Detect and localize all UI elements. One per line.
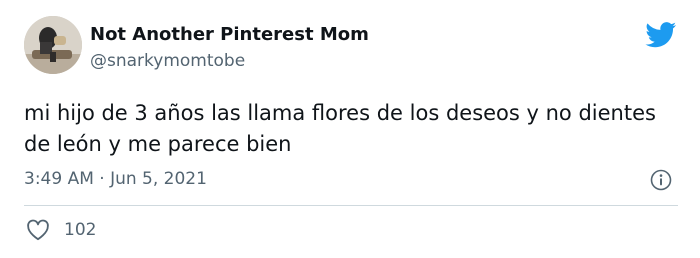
author-handle[interactable]: @snarkymomtobe bbox=[90, 51, 245, 71]
avatar[interactable] bbox=[24, 16, 82, 74]
tweet-timestamp[interactable]: 3:49 AM · Jun 5, 2021 bbox=[24, 169, 207, 189]
heart-icon[interactable] bbox=[26, 219, 50, 241]
twitter-bird-icon[interactable] bbox=[645, 22, 677, 48]
author-name[interactable]: Not Another Pinterest Mom bbox=[90, 24, 369, 45]
tweet-text: mi hijo de 3 años las llama flores de lo… bbox=[24, 101, 656, 156]
like-count: 102 bbox=[64, 220, 97, 240]
info-icon[interactable] bbox=[650, 169, 672, 191]
divider bbox=[24, 205, 678, 206]
tweet-card: Not Another Pinterest Mom @snarkymomtobe… bbox=[0, 0, 700, 258]
